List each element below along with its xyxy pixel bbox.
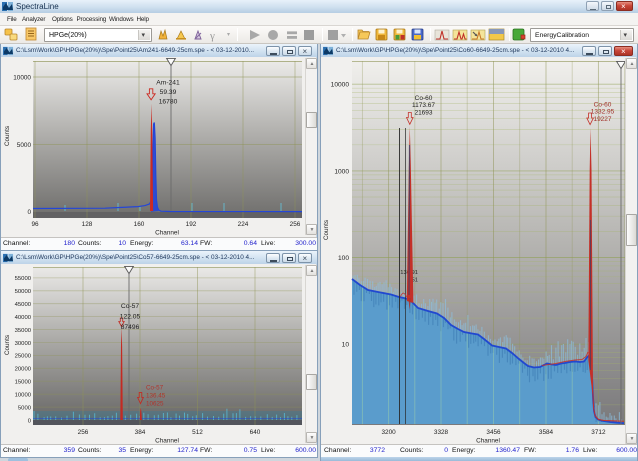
svg-text:15000: 15000 [15, 380, 32, 386]
svg-text:25000: 25000 [15, 354, 32, 360]
svg-text:136.45: 136.45 [146, 393, 166, 400]
svg-text:10: 10 [342, 342, 350, 349]
svg-text:Counts: Counts [4, 335, 11, 355]
svg-text:3584: 3584 [539, 429, 554, 436]
svg-text:19227: 19227 [593, 116, 611, 123]
svg-text:Co-57: Co-57 [146, 385, 164, 392]
svg-text:45000: 45000 [15, 302, 32, 308]
svg-text:1332.95: 1332.95 [591, 109, 615, 116]
svg-text:55000: 55000 [15, 276, 32, 282]
svg-text:Am-241: Am-241 [156, 80, 180, 87]
svg-text:59.39: 59.39 [160, 89, 177, 96]
svg-text:21693: 21693 [414, 109, 432, 116]
svg-text:Co-60: Co-60 [594, 102, 612, 109]
svg-text:256: 256 [290, 221, 301, 228]
svg-text:192: 192 [186, 221, 197, 228]
svg-text:20000: 20000 [15, 367, 32, 373]
svg-text:10000: 10000 [331, 82, 350, 89]
svg-text:96: 96 [31, 221, 39, 228]
svg-text:0: 0 [27, 209, 31, 216]
svg-text:3328: 3328 [434, 429, 449, 436]
svg-text:512: 512 [192, 429, 203, 436]
svg-text:Co-60: Co-60 [415, 95, 433, 102]
svg-text:5000: 5000 [18, 405, 32, 411]
svg-text:10000: 10000 [15, 393, 32, 399]
svg-text:3712: 3712 [591, 429, 606, 436]
svg-text:384: 384 [135, 429, 146, 436]
svg-text:3456: 3456 [486, 429, 501, 436]
svg-text:224: 224 [238, 221, 249, 228]
svg-text:1000: 1000 [334, 168, 349, 175]
svg-text:γ: γ [209, 30, 215, 42]
svg-text:128: 128 [82, 221, 93, 228]
svg-text:122.05: 122.05 [120, 314, 141, 321]
svg-text:16780: 16780 [159, 99, 178, 106]
svg-text:10000: 10000 [13, 75, 31, 82]
svg-text:Co-57: Co-57 [121, 303, 139, 310]
svg-text:100: 100 [338, 255, 349, 262]
svg-text:Counts: Counts [323, 220, 330, 240]
svg-text:Channel: Channel [155, 230, 179, 237]
svg-text:5000: 5000 [17, 142, 32, 149]
svg-text:3200: 3200 [381, 429, 396, 436]
svg-text:1173.67: 1173.67 [412, 102, 435, 109]
svg-text:50000: 50000 [15, 289, 32, 295]
svg-text:35000: 35000 [15, 328, 32, 334]
svg-text:40000: 40000 [15, 315, 32, 321]
svg-text:10625: 10625 [146, 401, 164, 408]
svg-text:87496: 87496 [121, 324, 140, 331]
svg-text:Counts: Counts [4, 126, 11, 146]
svg-text:160: 160 [134, 221, 145, 228]
svg-text:256: 256 [78, 429, 89, 436]
svg-text:30000: 30000 [15, 341, 32, 347]
svg-text:640: 640 [250, 429, 261, 436]
